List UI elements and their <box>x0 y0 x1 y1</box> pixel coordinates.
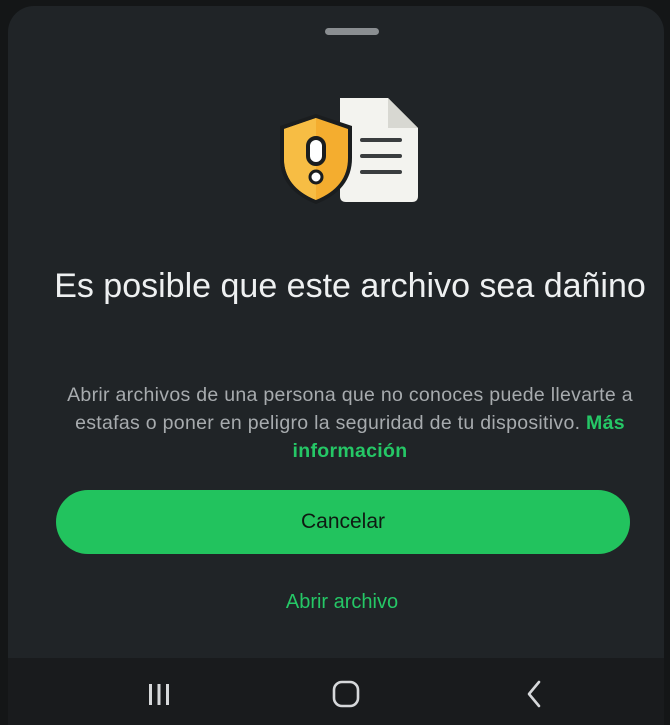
recent-apps-button[interactable] <box>129 666 189 722</box>
bottom-sheet-dialog: Es posible que este archivo sea dañino A… <box>8 6 664 658</box>
drag-handle[interactable] <box>325 28 379 35</box>
system-navigation-bar <box>8 658 664 725</box>
home-button[interactable] <box>316 666 376 722</box>
screen: Es posible que este archivo sea dañino A… <box>0 0 670 725</box>
back-icon <box>527 680 541 708</box>
open-file-button[interactable]: Abrir archivo <box>192 584 492 620</box>
home-icon <box>332 680 360 708</box>
description-text: Abrir archivos de una persona que no con… <box>67 384 633 434</box>
shield-warning-document-icon <box>276 98 422 210</box>
cancel-button[interactable]: Cancelar <box>56 490 630 554</box>
recent-apps-icon <box>149 684 169 705</box>
back-button[interactable] <box>505 666 565 722</box>
dialog-description: Abrir archivos de una persona que no con… <box>48 381 652 465</box>
dialog-title: Es posible que este archivo sea dañino <box>54 267 646 305</box>
